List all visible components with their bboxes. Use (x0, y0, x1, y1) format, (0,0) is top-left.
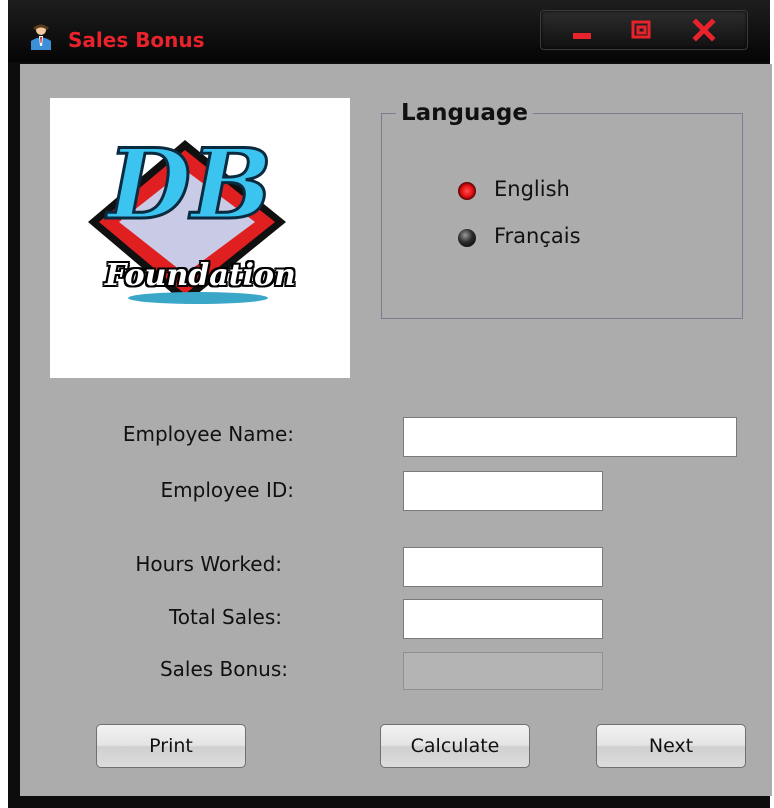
logo-monogram: DB (105, 128, 272, 241)
title-bar[interactable]: Sales Bonus (8, 0, 770, 62)
hours-worked-label: Hours Worked: (135, 552, 282, 576)
restore-icon (631, 20, 651, 39)
logo-text: Foundation (105, 258, 296, 293)
close-icon (692, 18, 716, 42)
maximize-button[interactable] (613, 15, 673, 45)
language-legend: Language (396, 100, 533, 126)
radio-english-label: English (494, 177, 570, 201)
window-controls (540, 10, 748, 50)
app-window: Sales Bonus DB Foundation Language Engli… (8, 0, 772, 808)
hours-worked-input[interactable] (403, 547, 603, 587)
employee-id-input[interactable] (403, 471, 603, 511)
user-icon (30, 24, 52, 50)
minimize-icon (573, 33, 591, 39)
total-sales-label: Total Sales: (168, 605, 282, 629)
calculate-button[interactable]: Calculate (380, 724, 530, 768)
radio-unselected-indicator (458, 229, 476, 247)
minimize-button[interactable] (553, 15, 613, 45)
foundation-logo: DB Foundation (50, 98, 350, 378)
language-group: Language English Français (381, 100, 743, 319)
employee-id-label: Employee ID: (160, 478, 294, 502)
radio-selected-indicator (458, 182, 476, 200)
sales-bonus-output (403, 652, 603, 690)
print-button[interactable]: Print (96, 724, 246, 768)
total-sales-input[interactable] (403, 599, 603, 639)
form-area: DB Foundation Language English Français … (20, 64, 772, 796)
employee-name-label: Employee Name: (122, 422, 294, 446)
employee-name-input[interactable] (403, 417, 737, 457)
logo-graphic: DB (88, 127, 286, 304)
sales-bonus-label: Sales Bonus: (159, 657, 288, 681)
close-button[interactable] (675, 15, 735, 45)
window-title: Sales Bonus (68, 28, 205, 52)
radio-francais-label: Français (494, 224, 581, 248)
next-button[interactable]: Next (596, 724, 746, 768)
